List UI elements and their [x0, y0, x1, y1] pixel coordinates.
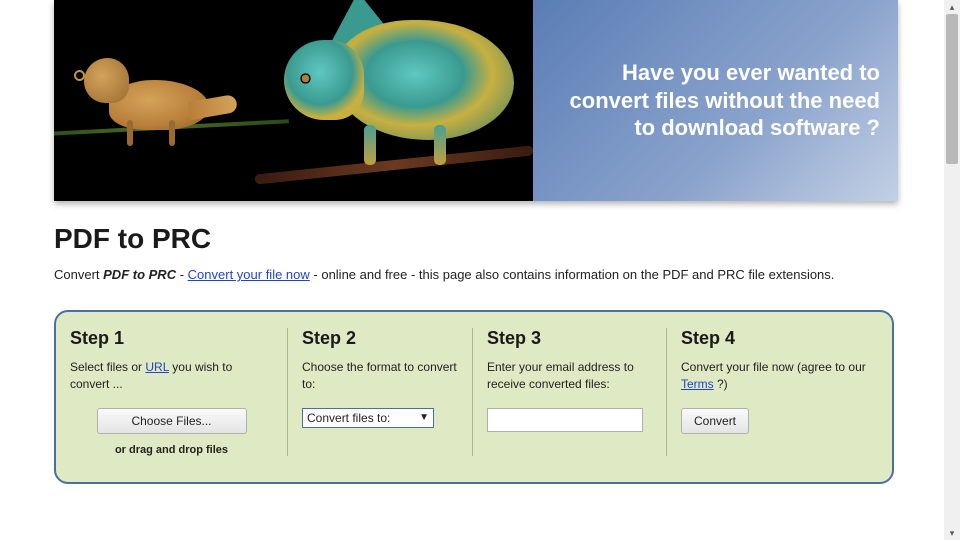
- intro-bold: PDF to PRC: [103, 267, 176, 282]
- hero-image: [54, 0, 533, 201]
- convert-now-link[interactable]: Convert your file now: [188, 267, 310, 282]
- intro-prefix: Convert: [54, 267, 103, 282]
- format-select-label: Convert files to:: [307, 411, 390, 425]
- url-link[interactable]: URL: [145, 360, 169, 374]
- chevron-down-icon: ▼: [419, 412, 429, 423]
- step-3: Step 3 Enter your email address to recei…: [472, 328, 666, 456]
- step-3-title: Step 3: [487, 328, 652, 349]
- step-3-desc: Enter your email address to receive conv…: [487, 359, 652, 394]
- hero-tagline: Have you ever wanted to convert files wi…: [551, 59, 880, 142]
- step-2: Step 2 Choose the format to convert to: …: [287, 328, 472, 456]
- drag-drop-hint: or drag and drop files: [70, 444, 273, 456]
- scroll-up-icon[interactable]: ▴: [944, 0, 960, 14]
- step-1-title: Step 1: [70, 328, 273, 349]
- intro-suffix: - online and free - this page also conta…: [310, 267, 835, 282]
- email-field[interactable]: [487, 408, 643, 432]
- step-1: Step 1 Select files or URL you wish to c…: [56, 328, 287, 456]
- format-select[interactable]: Convert files to: ▼: [302, 408, 434, 428]
- hero-banner: Have you ever wanted to convert files wi…: [54, 0, 898, 201]
- terms-link[interactable]: Terms: [681, 377, 714, 391]
- convert-button[interactable]: Convert: [681, 408, 749, 434]
- intro-dash: -: [176, 267, 188, 282]
- step-4-desc-post: ?): [714, 377, 728, 391]
- scroll-down-icon[interactable]: ▾: [944, 526, 960, 540]
- step-4-desc: Convert your file now (agree to our Term…: [681, 359, 870, 394]
- step-2-desc: Choose the format to convert to:: [302, 359, 458, 394]
- vertical-scrollbar[interactable]: ▴ ▾: [944, 0, 960, 540]
- step-1-desc: Select files or URL you wish to convert …: [70, 359, 273, 394]
- steps-panel: Step 1 Select files or URL you wish to c…: [54, 310, 894, 484]
- hero-tagline-panel: Have you ever wanted to convert files wi…: [533, 0, 898, 201]
- choose-files-button[interactable]: Choose Files...: [97, 408, 247, 434]
- page-title: PDF to PRC: [54, 223, 940, 255]
- intro-text: Convert PDF to PRC - Convert your file n…: [54, 267, 940, 282]
- step-1-desc-pre: Select files or: [70, 360, 145, 374]
- scroll-thumb[interactable]: [946, 14, 958, 164]
- step-4-title: Step 4: [681, 328, 870, 349]
- step-4-desc-pre: Convert your file now (agree to our: [681, 360, 866, 374]
- step-4: Step 4 Convert your file now (agree to o…: [666, 328, 884, 456]
- step-2-title: Step 2: [302, 328, 458, 349]
